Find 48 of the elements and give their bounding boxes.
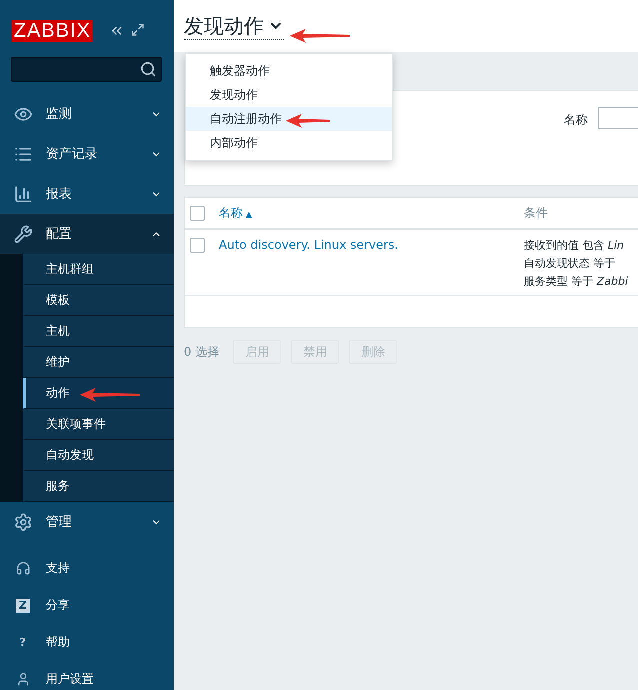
filter-label: 名称	[564, 112, 588, 129]
column-header: 条件	[524, 204, 548, 222]
column-header[interactable]: 名称	[219, 206, 243, 220]
arrow-annotation	[290, 29, 350, 43]
search-icon	[140, 61, 157, 78]
glyph-icon: ?	[16, 636, 30, 650]
search-field[interactable]	[11, 57, 162, 82]
submenu-item[interactable]: 维护	[23, 347, 174, 378]
dropdown-item[interactable]: 触发器动作	[186, 59, 392, 83]
sidebar-link[interactable]: 支持	[0, 550, 174, 587]
gear-icon	[14, 512, 32, 532]
sort-indicator: ▲	[246, 210, 252, 218]
condition-text: 自动发现状态 等于	[524, 256, 616, 271]
headphones-icon	[16, 561, 30, 576]
glyph-icon: Z	[16, 598, 30, 612]
submenu-item[interactable]: 服务	[23, 471, 174, 502]
action-link[interactable]: Auto discovery. Linux servers.	[219, 238, 398, 252]
select-all-checkbox[interactable]	[190, 206, 205, 220]
condition-text: 接收到的值 包含 Lin	[524, 238, 626, 253]
submenu-item[interactable]: 自动发现	[23, 440, 174, 471]
arrow-annotation	[80, 388, 140, 402]
menu-section[interactable]: 报表	[0, 174, 174, 214]
user-icon	[16, 672, 30, 687]
arrow-annotation	[286, 114, 330, 128]
bar-chart-icon	[14, 184, 32, 204]
name-input[interactable]	[598, 107, 638, 129]
zabbix-logo[interactable]: ZABBIX	[12, 20, 94, 42]
submenu-item[interactable]: 主机群组	[23, 254, 174, 285]
submenu-item[interactable]: 动作	[23, 378, 174, 409]
sidebar-link[interactable]: 用户设置	[0, 661, 174, 690]
submenu-item[interactable]: 模板	[23, 285, 174, 316]
dropdown-item[interactable]: 自动注册动作	[186, 107, 392, 131]
wrench-icon	[14, 224, 32, 244]
menu-section[interactable]: 监测	[0, 94, 174, 134]
condition-text: 服务类型 等于 Zabbi	[524, 274, 628, 289]
submenu-item[interactable]: 主机	[23, 316, 174, 347]
sidebar-link[interactable]: ? 帮助	[0, 624, 174, 661]
dropdown-item[interactable]: 内部动作	[186, 131, 392, 155]
selected-count: 0 选择	[184, 344, 220, 360]
page-title-dropdown[interactable]: 发现动作	[184, 12, 284, 40]
submenu-item[interactable]: 关联项事件	[23, 409, 174, 440]
row-checkbox[interactable]	[190, 238, 205, 253]
sidebar-link[interactable]: Z 分享	[0, 587, 174, 624]
dropdown-item[interactable]: 发现动作	[186, 83, 392, 107]
menu-section[interactable]: 管理	[0, 502, 174, 542]
menu-section[interactable]: 配置	[0, 214, 174, 254]
fullscreen-icon[interactable]	[131, 23, 146, 37]
menu-section[interactable]: 资产记录	[0, 134, 174, 174]
